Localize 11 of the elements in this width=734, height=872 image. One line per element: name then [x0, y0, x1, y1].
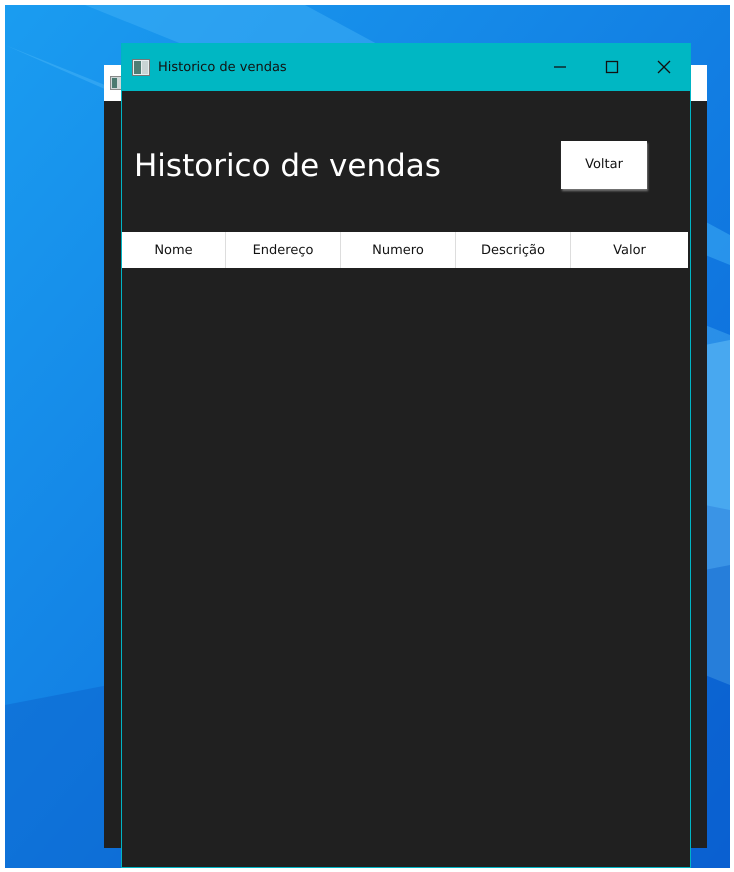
column-header: Nome: [122, 232, 226, 268]
back-button[interactable]: Voltar: [561, 140, 647, 188]
column-header: Endereço: [226, 232, 341, 268]
column-header: Descrição: [456, 232, 571, 268]
close-icon: [657, 60, 671, 74]
column-header: Numero: [341, 232, 456, 268]
column-header: Valor: [612, 242, 647, 260]
window-title: Historico de vendas: [158, 60, 288, 74]
maximize-icon: [605, 60, 619, 74]
app-icon: [132, 58, 150, 76]
page-heading: Historico de vendas: [134, 148, 441, 184]
